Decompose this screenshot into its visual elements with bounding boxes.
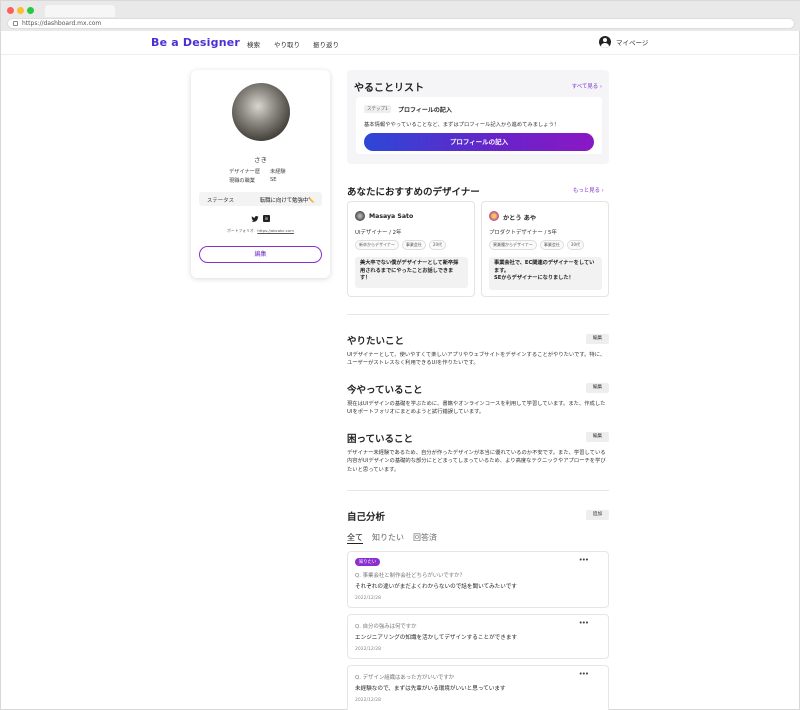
- todo-panel: やることリスト すべて見る › ステップ1 プロフィールの記入 基本情報ややって…: [347, 70, 609, 164]
- todo-card: ステップ1 プロフィールの記入 基本情報ややっていることなど、まずはプロフィール…: [356, 97, 602, 154]
- top-nav: Be a Designer 検索 やり取り 振り返り マイページ: [1, 31, 800, 55]
- question-text: Q. 自分の強みは何ですか: [355, 624, 417, 630]
- url-bar[interactable]: https://dashboard.mx.com: [7, 18, 795, 29]
- designer-tags: 異業種からデザイナー 事業会社 30代: [489, 240, 585, 250]
- portfolio-row: ポートフォリオ https://abcabc.com: [191, 228, 330, 234]
- designer-message: 美大卒でない僕がデザイナーとして新卒採用されるまでにやったことお話しできます！: [355, 257, 468, 288]
- divider: [347, 490, 609, 491]
- nav-review[interactable]: 振り返り: [313, 39, 339, 49]
- tag: 新卒からデザイナー: [355, 240, 399, 250]
- profile-edit-button[interactable]: 編集: [199, 246, 322, 263]
- tag: 30代: [566, 240, 585, 250]
- avatar: [232, 83, 290, 141]
- more-icon[interactable]: •••: [579, 670, 589, 678]
- step-title: プロフィールの記入: [398, 107, 452, 114]
- lock-icon: [13, 21, 18, 26]
- want-to-do-edit-button[interactable]: 編集: [586, 334, 609, 344]
- url-text: https://dashboard.mx.com: [22, 20, 102, 27]
- maximize-dot[interactable]: [27, 7, 34, 14]
- troubles-text: デザイナー未経験であるため、自分が作ったデザインが本当に優れているのか不安です。…: [347, 450, 606, 473]
- designer-avatar: [355, 211, 365, 221]
- question-text: Q. デザイン組織はあった方がいいですか: [355, 675, 455, 681]
- want-to-do-text: UIデザイナーとして、使いやすくて楽しいアプリやウェブサイトをデザインすることが…: [347, 352, 606, 367]
- answer-text: エンジニアリングの知識を活かしてデザインすることができます: [355, 635, 518, 641]
- step-badge: ステップ1: [364, 105, 391, 113]
- date-text: 2022/12/28: [355, 698, 381, 703]
- tag: 事業会社: [401, 240, 426, 250]
- add-button[interactable]: 追加: [586, 510, 609, 520]
- designer-role: プロダクトデザイナー / 5年: [489, 230, 557, 236]
- minimize-dot[interactable]: [17, 7, 24, 14]
- more-icon[interactable]: •••: [579, 556, 589, 564]
- mypage-label: マイページ: [616, 39, 649, 47]
- todo-description: 基本情報ややっていることなど、まずはプロフィール記入から進めてみましょう！: [364, 122, 560, 128]
- tab-want-to-know[interactable]: 知りたい: [372, 532, 404, 544]
- job-value: SE: [270, 177, 277, 183]
- designer-message: 事業会社で、EC関連のデザイナーをしています。 SEからデザイナーになりました！: [489, 257, 602, 290]
- tab-answered[interactable]: 回答済: [413, 532, 437, 544]
- portfolio-label: ポートフォリオ: [227, 228, 254, 233]
- portfolio-link[interactable]: https://abcabc.com: [257, 228, 294, 233]
- date-text: 2022/12/28: [355, 596, 381, 601]
- browser-chrome: https://dashboard.mx.com: [1, 1, 800, 31]
- fill-profile-button[interactable]: プロフィールの記入: [364, 133, 594, 151]
- nav-search[interactable]: 検索: [247, 39, 260, 49]
- designer-tags: 新卒からデザイナー 事業会社 20代: [355, 240, 447, 250]
- tag: 事業会社: [539, 240, 564, 250]
- want-to-do-title: やりたいこと: [347, 336, 405, 347]
- question-card[interactable]: ••• Q. 自分の強みは何ですか エンジニアリングの知識を活かしてデザインする…: [347, 614, 609, 659]
- nav-exchange[interactable]: やり取り: [274, 39, 300, 49]
- status-label: ステータス: [207, 198, 234, 204]
- question-text: Q. 事業会社と制作会社どちらがいいですか？: [355, 573, 465, 579]
- want-to-know-badge: 知りたい: [355, 558, 381, 566]
- close-dot[interactable]: [7, 7, 14, 14]
- tab-all[interactable]: 全て: [347, 532, 363, 544]
- question-card[interactable]: 知りたい ••• Q. 事業会社と制作会社どちらがいいですか？ それぞれの違いが…: [347, 551, 609, 608]
- designer-years-label: デザイナー歴: [229, 169, 261, 175]
- troubles-title: 困っていること: [347, 434, 414, 445]
- self-analysis-title: 自己分析: [347, 512, 386, 523]
- designer-name: かとう あや: [503, 215, 537, 222]
- doing-now-text: 現在はUIデザインの基礎を学ぶために、書籍やオンラインコースを利用して学習してい…: [347, 401, 606, 416]
- designer-years-value: 未経験: [270, 169, 286, 175]
- analysis-tabs: 全て 知りたい 回答済: [347, 532, 437, 544]
- question-card[interactable]: ••• Q. デザイン組織はあった方がいいですか 未経験なので、まずは先輩がいる…: [347, 665, 609, 710]
- designer-name: Masaya Sato: [369, 213, 414, 220]
- answer-text: それぞれの違いがまだよくわからないので話を聞いてみたいです: [355, 584, 517, 590]
- browser-window: https://dashboard.mx.com Be a Designer 検…: [0, 0, 800, 710]
- todo-title: やることリスト: [354, 83, 424, 94]
- tag: 20代: [428, 240, 447, 250]
- browser-tab[interactable]: [45, 5, 115, 17]
- logo[interactable]: Be a Designer: [151, 36, 240, 49]
- twitter-icon[interactable]: [251, 216, 259, 222]
- status-row: ステータス 転職に向けて勉強中✏️: [199, 192, 322, 206]
- designer-card[interactable]: かとう あや プロダクトデザイナー / 5年 異業種からデザイナー 事業会社 3…: [481, 201, 609, 297]
- designer-avatar: [489, 211, 499, 221]
- divider: [347, 314, 609, 315]
- profile-name: さき: [254, 156, 267, 164]
- job-label: 現職の職業: [229, 178, 255, 184]
- designer-role: UIデザイナー / 2年: [355, 230, 402, 236]
- date-text: 2022/12/28: [355, 647, 381, 652]
- tag: 異業種からデザイナー: [489, 240, 537, 250]
- mypage-link[interactable]: マイページ: [599, 36, 648, 48]
- more-icon[interactable]: •••: [579, 619, 589, 627]
- linkedin-icon[interactable]: in: [263, 215, 270, 222]
- designer-card[interactable]: Masaya Sato UIデザイナー / 2年 新卒からデザイナー 事業会社 …: [347, 201, 475, 297]
- see-more-link[interactable]: もっと見る ›: [573, 186, 604, 194]
- status-value: 転職に向けて勉強中✏️: [259, 198, 315, 204]
- user-icon: [599, 36, 611, 48]
- profile-card: さき デザイナー歴 未経験 現職の職業 SE ステータス 転職に向けて勉強中✏️…: [191, 70, 330, 278]
- doing-now-edit-button[interactable]: 編集: [586, 383, 609, 393]
- doing-now-title: 今やっていること: [347, 385, 423, 396]
- see-all-link[interactable]: すべて見る ›: [572, 82, 602, 90]
- troubles-edit-button[interactable]: 編集: [586, 432, 609, 442]
- answer-text: 未経験なので、まずは先輩がいる環境がいいと思っています: [355, 686, 506, 692]
- recommended-title: あなたにおすすめのデザイナー: [347, 187, 480, 198]
